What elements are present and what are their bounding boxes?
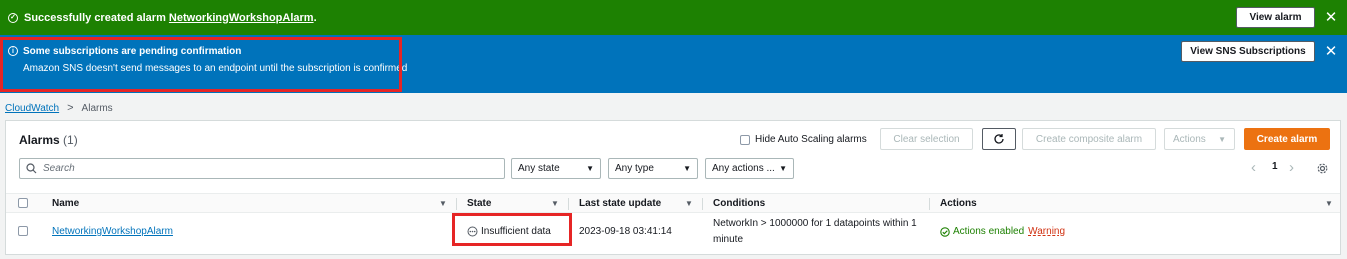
type-filter-value: Any type [615,163,654,174]
actions-filter-select[interactable]: Any actions ... ▼ [705,158,794,179]
success-flashbar: ✓ Successfully created alarm NetworkingW… [0,0,1347,35]
column-conditions[interactable]: Conditions [713,198,765,209]
sort-icon[interactable]: ▼ [1325,199,1333,208]
actions-dropdown[interactable]: Actions ▼ [1164,128,1235,150]
pagination-prev-icon[interactable]: ‹ [1251,159,1256,176]
state-filter-select[interactable]: Any state ▼ [511,158,601,179]
column-divider[interactable] [929,198,930,210]
actions-enabled-label: Actions enabled [953,226,1025,237]
caret-down-icon: ▼ [1218,134,1226,144]
type-filter-select[interactable]: Any type ▼ [608,158,698,179]
sort-icon[interactable]: ▼ [685,199,693,208]
breadcrumb-current: Alarms [81,102,113,114]
column-last-update[interactable]: Last state update [579,198,661,209]
conditions-line1: NetworkIn > 1000000 for 1 datapoints wit… [713,218,917,229]
alarms-count: (1) [63,133,78,147]
view-alarm-button[interactable]: View alarm [1236,7,1315,28]
actions-label: Actions [1173,133,1206,145]
create-alarm-button[interactable]: Create alarm [1244,128,1330,150]
settings-gear-icon[interactable] [1317,163,1328,174]
search-icon [26,163,37,174]
column-divider[interactable] [568,198,569,210]
conditions-line2: minute [713,234,744,245]
actions-filter-value: Any actions ... [712,163,775,174]
view-sns-subscriptions-button[interactable]: View SNS Subscriptions [1181,41,1315,62]
page-title: Alarms (1) [19,133,78,147]
hide-autoscaling-checkbox[interactable] [740,135,750,145]
column-actions[interactable]: Actions [940,198,977,209]
column-name[interactable]: Name [52,198,79,209]
column-divider[interactable] [702,198,703,210]
row-checkbox[interactable] [18,226,28,236]
refresh-icon [994,134,1004,144]
alarm-link[interactable]: NetworkingWorkshopAlarm [169,12,314,24]
last-update-value: 2023-09-18 03:41:14 [579,226,672,237]
column-state[interactable]: State [467,198,491,209]
close-icon[interactable]: ✕ [1324,44,1338,59]
success-message: Successfully created alarm NetworkingWor… [24,12,317,24]
create-composite-alarm-button[interactable]: Create composite alarm [1022,128,1156,150]
close-icon[interactable]: ✕ [1324,10,1338,25]
table-row[interactable]: NetworkingWorkshopAlarm Insufficient dat… [6,213,1340,251]
success-message-text: Successfully created alarm [24,11,169,24]
breadcrumb-cloudwatch[interactable]: CloudWatch [5,103,59,114]
table-header: Name ▼ State ▼ Last state update ▼ Condi… [6,193,1340,213]
pagination-next-icon[interactable]: › [1289,159,1294,176]
select-all-checkbox[interactable] [18,198,28,208]
alarm-name-link[interactable]: NetworkingWorkshopAlarm [52,226,173,237]
state-filter-value: Any state [518,163,560,174]
success-check-icon: ✓ [8,12,18,23]
check-circle-icon [940,226,950,237]
hide-autoscaling-label: Hide Auto Scaling alarms [755,134,867,145]
alarms-panel: Alarms (1) Hide Auto Scaling alarms Clea… [5,120,1341,255]
highlight-annotation-info [0,37,402,92]
success-message-suffix: . [313,11,317,24]
alarms-title: Alarms [19,133,60,147]
search-placeholder: Search [43,163,75,174]
sort-icon[interactable]: ▼ [551,199,559,208]
caret-down-icon: ▼ [586,164,594,173]
pagination-page[interactable]: 1 [1272,161,1278,172]
caret-down-icon: ▼ [779,164,787,173]
highlight-annotation-state [452,213,572,246]
caret-down-icon: ▼ [683,164,691,173]
actions-warning-link[interactable]: Warning [1028,226,1065,237]
actions-cell: Actions enabled Warning [940,226,1065,237]
column-divider[interactable] [456,198,457,210]
search-input[interactable]: Search [19,158,505,179]
sort-icon[interactable]: ▼ [439,199,447,208]
chevron-right-icon: > [67,102,74,114]
refresh-button[interactable] [982,128,1016,150]
clear-selection-button[interactable]: Clear selection [880,128,973,150]
breadcrumb: CloudWatch > Alarms [5,102,113,114]
